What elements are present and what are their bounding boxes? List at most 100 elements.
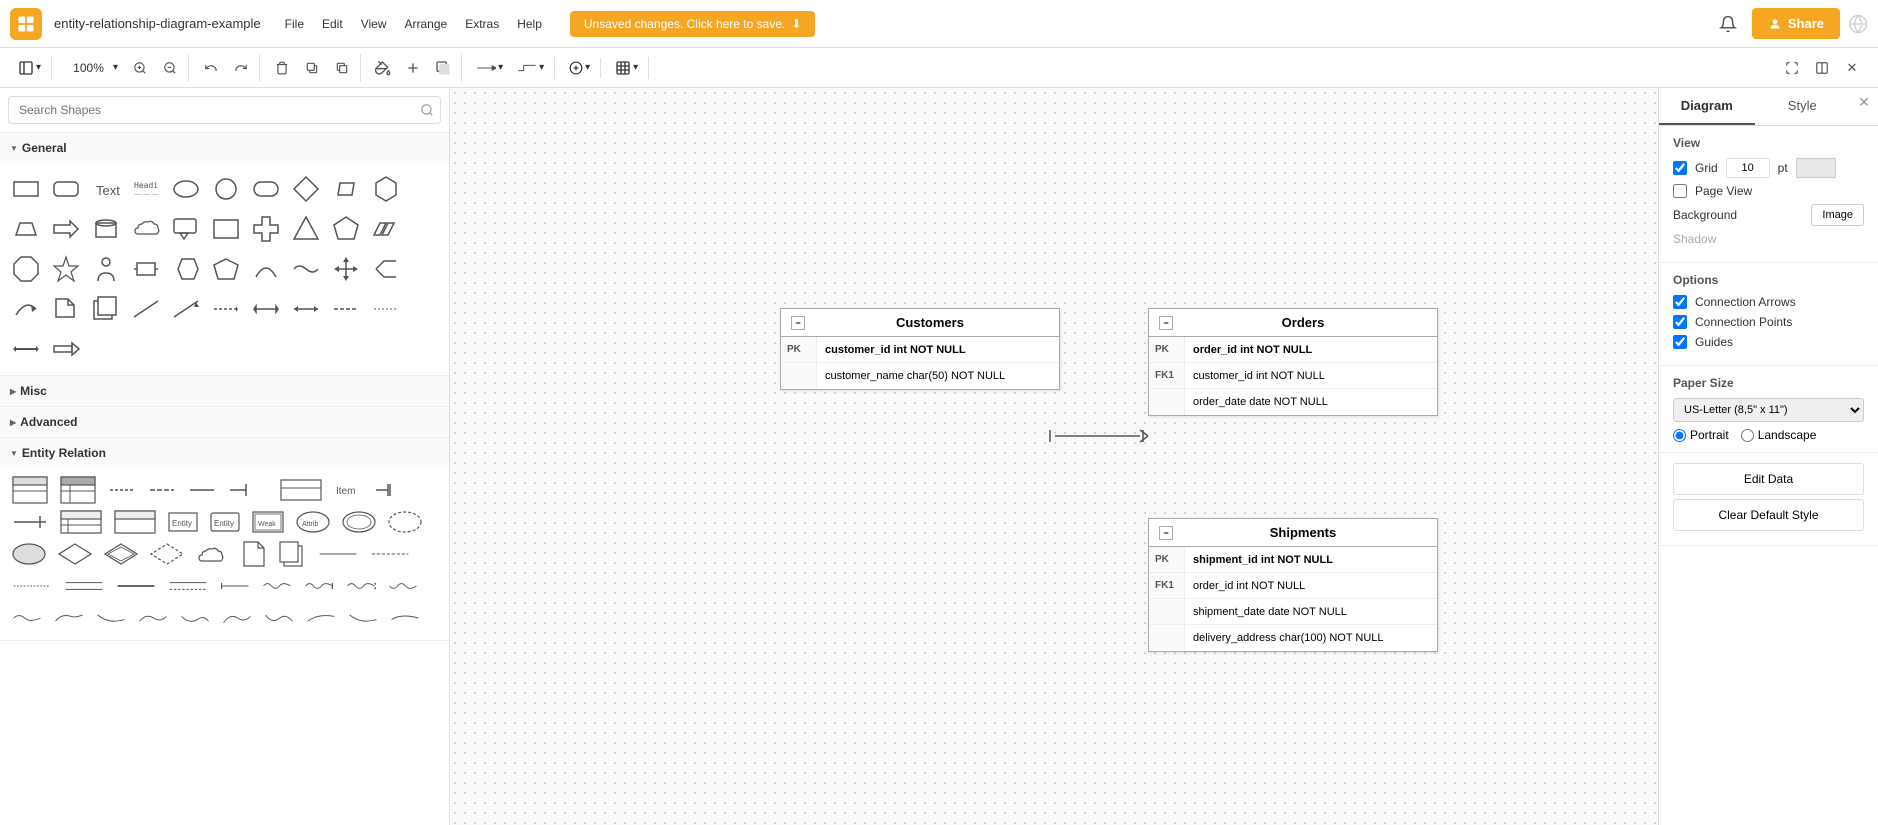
shape-callout[interactable]	[168, 211, 204, 247]
sidebar-toggle-btn[interactable]: ▾	[12, 57, 47, 79]
shape-circle[interactable]	[208, 171, 244, 207]
shape-trapezoid[interactable]	[8, 211, 44, 247]
tab-diagram[interactable]: Diagram	[1659, 88, 1755, 125]
connection-style-btn[interactable]: ▾	[470, 57, 509, 79]
to-front-btn[interactable]	[298, 54, 326, 82]
er-shape-attrib4[interactable]	[8, 540, 50, 568]
shape-step[interactable]	[368, 211, 404, 247]
grid-color-picker[interactable]	[1796, 158, 1836, 178]
er-line7[interactable]	[216, 572, 254, 600]
panel-close-btn[interactable]: ✕	[1850, 88, 1878, 116]
er-line3[interactable]	[8, 572, 56, 600]
er-shape-cloud2[interactable]	[192, 540, 234, 568]
customers-collapse-btn[interactable]: −	[791, 316, 805, 330]
fit-page-btn[interactable]	[1778, 54, 1806, 82]
portrait-radio[interactable]	[1673, 429, 1686, 442]
to-back-btn[interactable]	[328, 54, 356, 82]
er-line4[interactable]	[60, 572, 108, 600]
page-view-checkbox[interactable]	[1673, 184, 1687, 198]
er-shape-dash1[interactable]	[104, 476, 140, 504]
shape-octagon[interactable]	[8, 251, 44, 287]
shape-wave[interactable]	[288, 251, 324, 287]
fill-color-btn[interactable]	[369, 54, 397, 82]
split-view-btn[interactable]	[1808, 54, 1836, 82]
zoom-in-btn[interactable]	[126, 54, 154, 82]
general-section-header[interactable]: ▼ General	[0, 133, 449, 163]
er-shape-connector1[interactable]	[224, 476, 272, 504]
er-shape-connector2[interactable]	[370, 476, 414, 504]
guides-checkbox[interactable]	[1673, 335, 1687, 349]
waypoints-btn[interactable]: ▾	[511, 57, 550, 79]
insert-btn[interactable]: ▾	[563, 58, 596, 78]
er-shape-rel3[interactable]	[146, 540, 188, 568]
er-curve1[interactable]	[218, 604, 256, 632]
shadow-btn[interactable]	[429, 54, 457, 82]
shape-line3[interactable]	[208, 291, 244, 327]
background-image-btn[interactable]: Image	[1811, 204, 1864, 226]
menu-file[interactable]: File	[277, 13, 312, 35]
notification-button[interactable]	[1712, 8, 1744, 40]
er-shape-line[interactable]	[184, 476, 220, 504]
shape-person[interactable]	[88, 251, 124, 287]
shape-star[interactable]	[48, 251, 84, 287]
er-shape-dash2[interactable]	[144, 476, 180, 504]
menu-edit[interactable]: Edit	[314, 13, 351, 35]
shape-cloud[interactable]	[128, 211, 164, 247]
shape-pentagon[interactable]	[328, 211, 364, 247]
er-curve3[interactable]	[302, 604, 340, 632]
er-curve2[interactable]	[260, 604, 298, 632]
shape-line2[interactable]	[168, 291, 204, 327]
shape-line4[interactable]	[248, 291, 284, 327]
shape-ellipse[interactable]	[168, 171, 204, 207]
unsaved-changes-button[interactable]: Unsaved changes. Click here to save. ⬇	[570, 11, 816, 37]
portrait-label[interactable]: Portrait	[1673, 428, 1729, 442]
shape-shape1[interactable]	[168, 251, 204, 287]
shape-arc[interactable]	[248, 251, 284, 287]
er-shape-table3[interactable]	[276, 476, 326, 504]
zoom-out-btn[interactable]	[156, 54, 184, 82]
tab-style[interactable]: Style	[1755, 88, 1851, 125]
er-shape-pages[interactable]	[274, 540, 310, 568]
shape-dotted[interactable]	[368, 291, 404, 327]
er-wave8[interactable]	[134, 604, 172, 632]
er-wave7[interactable]	[92, 604, 130, 632]
shape-note[interactable]: Headi— — —	[128, 171, 164, 207]
shape-double-arr[interactable]	[8, 331, 44, 367]
shape-line5[interactable]	[288, 291, 324, 327]
canvas[interactable]: − Customers PK customer_id int NOT NULL …	[450, 88, 1658, 825]
menu-extras[interactable]: Extras	[457, 13, 507, 35]
redo-btn[interactable]	[227, 54, 255, 82]
shape-triangle[interactable]	[288, 211, 324, 247]
menu-view[interactable]: View	[353, 13, 395, 35]
shape-rect[interactable]	[8, 171, 44, 207]
connection-points-checkbox[interactable]	[1673, 315, 1687, 329]
er-shape-label1[interactable]: Entity	[164, 508, 202, 536]
misc-section-header[interactable]: ▶ Misc	[0, 376, 449, 406]
er-shape-attrib1[interactable]: Attrib	[292, 508, 334, 536]
clear-default-style-btn[interactable]: Clear Default Style	[1673, 499, 1864, 531]
er-wave9[interactable]	[176, 604, 214, 632]
shape-rounded-rect[interactable]	[48, 171, 84, 207]
er-shape-label2[interactable]: Entity	[206, 508, 244, 536]
er-wave2[interactable]	[300, 572, 338, 600]
shape-docs[interactable]	[88, 291, 124, 327]
er-line5[interactable]	[112, 572, 160, 600]
er-shape-table4[interactable]	[56, 508, 106, 536]
er-line1[interactable]	[314, 540, 362, 568]
er-wave1[interactable]	[258, 572, 296, 600]
er-line6[interactable]	[164, 572, 212, 600]
er-shape-table2[interactable]	[56, 476, 100, 504]
er-wave3[interactable]	[342, 572, 380, 600]
er-shape-item[interactable]: Item	[330, 476, 366, 504]
grid-checkbox[interactable]	[1673, 161, 1687, 175]
grid-size-input[interactable]	[1726, 158, 1770, 178]
search-input[interactable]	[8, 96, 441, 124]
menu-help[interactable]: Help	[509, 13, 550, 35]
er-shape-attrib2[interactable]	[338, 508, 380, 536]
table-btn[interactable]: ▾	[609, 57, 644, 79]
shape-text[interactable]: Text	[88, 171, 124, 207]
shape-rounded[interactable]	[248, 171, 284, 207]
shape-hexagon[interactable]	[368, 171, 404, 207]
er-shape-attrib3[interactable]	[384, 508, 426, 536]
paper-size-select[interactable]: US-Letter (8,5" x 11")A4A3	[1673, 398, 1864, 422]
